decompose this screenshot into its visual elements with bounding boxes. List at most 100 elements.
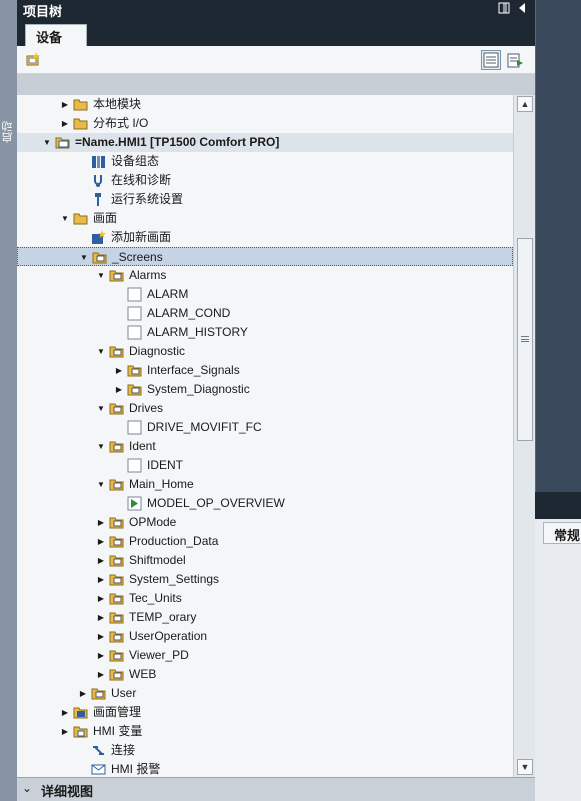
list-view-icon	[483, 52, 499, 68]
tree-node[interactable]: 设备组态	[17, 152, 513, 171]
tree-node[interactable]: ▼ Main_Home	[17, 475, 513, 494]
collapse-arrow-icon[interactable]: ▼	[78, 248, 90, 267]
tree-node[interactable]: ALARM_COND	[17, 304, 513, 323]
tree-node[interactable]: ▶ System_Diagnostic	[17, 380, 513, 399]
tree-node[interactable]: ▼ =Name.HMI1 [TP1500 Comfort PRO]	[17, 133, 513, 152]
tree-node[interactable]: IDENT	[17, 456, 513, 475]
tree-node[interactable]: ▶ Viewer_PD	[17, 646, 513, 665]
tree-node-label: Alarms	[129, 268, 167, 282]
expand-arrow-icon[interactable]: ▶	[95, 665, 107, 684]
expand-arrow-icon[interactable]: ▶	[95, 589, 107, 608]
tree-node[interactable]: MODEL_OP_OVERVIEW	[17, 494, 513, 513]
tree-node[interactable]: ▼ Ident	[17, 437, 513, 456]
tree-node[interactable]: ▼ Alarms	[17, 266, 513, 285]
screen-icon	[127, 306, 142, 321]
tree-node-label: User	[111, 686, 137, 700]
tree-node[interactable]: HMI 报警	[17, 760, 513, 777]
export-button[interactable]	[505, 50, 525, 70]
tree-node-label: Drives	[129, 401, 164, 415]
tree-node[interactable]: ▶ Production_Data	[17, 532, 513, 551]
tree-node[interactable]: ▶ 分布式 I/O	[17, 114, 513, 133]
tree-node[interactable]: 在线和诊断	[17, 171, 513, 190]
tree-node[interactable]: ▶ System_Settings	[17, 570, 513, 589]
collapse-arrow-icon[interactable]: ▼	[95, 399, 107, 418]
online-diagnostics-icon	[91, 173, 106, 188]
expand-arrow-icon[interactable]: ▶	[95, 646, 107, 665]
tree-node-label: 在线和诊断	[111, 173, 172, 187]
tree-node[interactable]: DRIVE_MOVIFIT_FC	[17, 418, 513, 437]
collapse-left-icon[interactable]	[515, 2, 529, 16]
tree-node-label: Main_Home	[129, 477, 194, 491]
tree-node[interactable]: ▼ Drives	[17, 399, 513, 418]
tree-node-label: IDENT	[147, 458, 183, 472]
collapse-arrow-icon[interactable]: ▼	[95, 266, 107, 285]
tab-general[interactable]: 常规	[543, 522, 581, 544]
expand-arrow-icon[interactable]: ▶	[59, 95, 71, 114]
tree-node-label: Ident	[129, 439, 156, 453]
expand-arrow-icon[interactable]: ▶	[95, 570, 107, 589]
tree-node[interactable]: ▶ User	[17, 684, 513, 703]
tree-node[interactable]: ▼ Diagnostic	[17, 342, 513, 361]
screen-folder-icon	[109, 648, 124, 663]
expand-arrow-icon[interactable]: ▶	[95, 608, 107, 627]
tree-node[interactable]: ▶ Interface_Signals	[17, 361, 513, 380]
split-view-icon[interactable]	[497, 2, 511, 16]
tree-node-label: ALARM_COND	[147, 306, 231, 320]
tree-node-label: Production_Data	[129, 534, 219, 548]
tree-node-label: 分布式 I/O	[93, 116, 149, 130]
tree-node[interactable]: ▶ UserOperation	[17, 627, 513, 646]
tree-node[interactable]: 运行系统设置	[17, 190, 513, 209]
tree-node[interactable]: 添加新画面	[17, 228, 513, 247]
portal-view-label[interactable]: 启动	[0, 112, 17, 152]
screen-folder-icon	[109, 610, 124, 625]
tree-node[interactable]: ▼ 画面	[17, 209, 513, 228]
collapse-arrow-icon[interactable]: ▼	[59, 209, 71, 228]
expand-arrow-icon[interactable]: ▶	[59, 703, 71, 722]
tree-node[interactable]: ▶ 画面管理	[17, 703, 513, 722]
scroll-thumb[interactable]	[517, 238, 533, 441]
tree-node[interactable]: ALARM	[17, 285, 513, 304]
details-view-bar[interactable]: ⌄ 详细视图	[17, 777, 535, 801]
tree-node[interactable]: ▼ _Screens	[17, 247, 513, 266]
tree-node-label: UserOperation	[129, 629, 208, 643]
list-view-button[interactable]	[481, 50, 501, 70]
tree-node[interactable]: ▶ 本地模块	[17, 95, 513, 114]
collapse-arrow-icon[interactable]: ▼	[41, 133, 53, 152]
expand-arrow-icon[interactable]: ▶	[95, 513, 107, 532]
tree-node[interactable]: ▶ WEB	[17, 665, 513, 684]
screen-folder-icon	[109, 401, 124, 416]
export-icon	[507, 53, 523, 68]
vertical-scrollbar[interactable]: ▲ ▼	[513, 95, 535, 777]
expand-arrow-icon[interactable]: ▶	[59, 722, 71, 741]
expand-arrow-icon[interactable]: ▶	[77, 684, 89, 703]
collapse-arrow-icon[interactable]: ▼	[95, 475, 107, 494]
chevron-down-icon[interactable]: ⌄	[22, 781, 32, 795]
screen-folder-icon	[109, 629, 124, 644]
expand-arrow-icon[interactable]: ▶	[113, 361, 125, 380]
editor-workspace	[535, 0, 581, 492]
expand-arrow-icon[interactable]: ▶	[113, 380, 125, 399]
collapse-arrow-icon[interactable]: ▼	[95, 342, 107, 361]
tab-devices[interactable]: 设备	[25, 24, 87, 46]
hmi-tags-icon	[73, 724, 88, 739]
tree-node[interactable]: ▶ HMI 变量	[17, 722, 513, 741]
right-editor-area: 常规	[535, 0, 581, 801]
expand-arrow-icon[interactable]: ▶	[95, 627, 107, 646]
tree-node[interactable]: ▶ OPMode	[17, 513, 513, 532]
expand-arrow-icon[interactable]: ▶	[95, 551, 107, 570]
scroll-up-button[interactable]: ▲	[517, 96, 533, 112]
tree-node-label: 本地模块	[93, 97, 142, 111]
screen-folder-icon	[91, 686, 106, 701]
add-device-button[interactable]	[23, 50, 43, 70]
project-tree-panel: 项目树 设备 ▶ 本地模块 ▶ 分布式 I/O ▼ =Name.HMI1 [TP1500 …	[17, 0, 535, 801]
screen-folder-icon	[109, 572, 124, 587]
tree-node[interactable]: ▶ Tec_Units	[17, 589, 513, 608]
tree-node[interactable]: 连接	[17, 741, 513, 760]
scroll-down-button[interactable]: ▼	[517, 759, 533, 775]
expand-arrow-icon[interactable]: ▶	[59, 114, 71, 133]
tree-node[interactable]: ▶ TEMP_orary	[17, 608, 513, 627]
collapse-arrow-icon[interactable]: ▼	[95, 437, 107, 456]
expand-arrow-icon[interactable]: ▶	[95, 532, 107, 551]
tree-node[interactable]: ▶ Shiftmodel	[17, 551, 513, 570]
tree-node[interactable]: ALARM_HISTORY	[17, 323, 513, 342]
